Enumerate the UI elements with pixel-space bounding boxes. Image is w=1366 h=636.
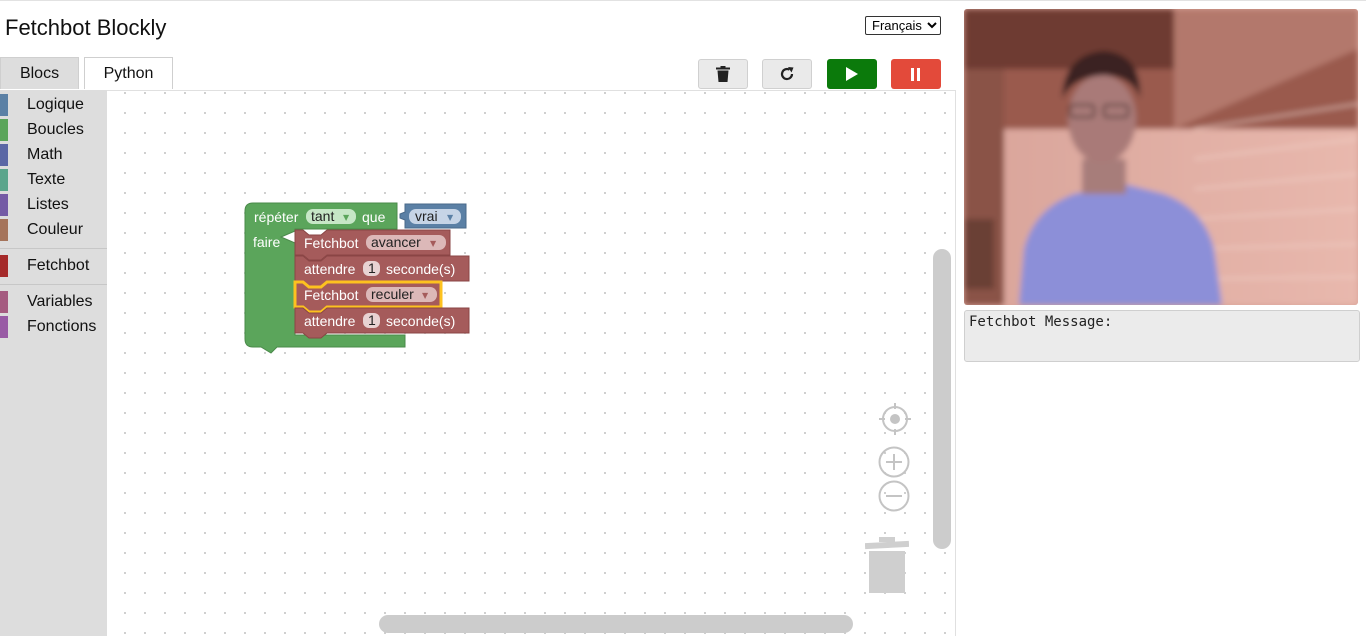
boolean-value: vrai xyxy=(415,208,438,224)
category-lists[interactable]: Listes xyxy=(0,194,107,216)
dropdown-arrow-icon: ▼ xyxy=(343,213,350,222)
repeat-do-word: faire xyxy=(253,234,280,250)
play-icon xyxy=(846,67,858,81)
move-prefix: Fetchbot xyxy=(304,287,359,303)
wait-prefix: attendre xyxy=(304,313,356,329)
horizontal-scrollbar[interactable] xyxy=(379,615,853,633)
wait-suffix: seconde(s) xyxy=(386,261,455,277)
blockly-workspace[interactable]: répéter tant ▼ que faire vrai ▼ Fetchbot… xyxy=(107,90,956,636)
wait-seconds-block[interactable]: attendre 1 seconde(s) xyxy=(294,307,470,339)
category-colour[interactable]: Couleur xyxy=(0,219,107,241)
zoom-in-icon[interactable] xyxy=(878,446,910,478)
category-label: Variables xyxy=(27,293,93,310)
wait-prefix: attendre xyxy=(304,261,356,277)
repeat-mode-value: tant xyxy=(311,208,334,224)
category-color-swatch xyxy=(0,291,8,313)
toolbox: Logique Boucles Math Texte Listes Couleu… xyxy=(0,90,107,636)
category-functions[interactable]: Fonctions xyxy=(0,316,107,338)
category-label: Math xyxy=(27,146,63,163)
app-title: Fetchbot Blockly xyxy=(5,15,167,40)
category-label: Boucles xyxy=(27,121,84,138)
category-text[interactable]: Texte xyxy=(0,169,107,191)
seconds-number: 1 xyxy=(368,312,376,328)
toolbox-separator xyxy=(0,248,107,249)
run-button[interactable] xyxy=(827,59,877,89)
category-label: Fonctions xyxy=(27,318,97,335)
tab-python[interactable]: Python xyxy=(84,57,173,89)
category-color-swatch xyxy=(0,316,8,338)
camera-feed xyxy=(964,9,1358,305)
category-variables[interactable]: Variables xyxy=(0,291,107,313)
language-select[interactable]: Français xyxy=(865,16,941,35)
category-color-swatch xyxy=(0,194,8,216)
seconds-number: 1 xyxy=(368,260,376,276)
category-label: Texte xyxy=(27,171,66,188)
delete-all-button[interactable] xyxy=(698,59,748,89)
wait-suffix: seconde(s) xyxy=(386,313,455,329)
repeat-cond-word: que xyxy=(362,209,386,225)
category-loops[interactable]: Boucles xyxy=(0,119,107,141)
workspace-trash-icon[interactable] xyxy=(865,537,909,593)
category-color-swatch xyxy=(0,169,8,191)
category-color-swatch xyxy=(0,94,8,116)
category-color-swatch xyxy=(0,119,8,141)
pause-button[interactable] xyxy=(891,59,941,89)
category-math[interactable]: Math xyxy=(0,144,107,166)
dropdown-arrow-icon: ▼ xyxy=(430,239,437,248)
repeat-word: répéter xyxy=(254,209,299,225)
pause-icon xyxy=(911,67,920,81)
direction-value: reculer xyxy=(371,286,414,302)
category-color-swatch xyxy=(0,144,8,166)
camera-image xyxy=(964,9,1358,305)
zoom-out-icon[interactable] xyxy=(878,480,910,512)
category-label: Couleur xyxy=(27,221,84,238)
recenter-icon[interactable] xyxy=(879,403,911,435)
block-canvas: répéter tant ▼ que faire vrai ▼ Fetchbot… xyxy=(244,202,470,354)
category-label: Listes xyxy=(27,196,69,213)
category-color-swatch xyxy=(0,219,8,241)
reset-button[interactable] xyxy=(762,59,812,89)
message-label: Fetchbot Message: xyxy=(969,314,1113,330)
toolbox-separator xyxy=(0,284,107,285)
dropdown-arrow-icon: ▼ xyxy=(422,291,429,300)
boolean-true-block[interactable]: vrai ▼ xyxy=(399,203,467,229)
vertical-scrollbar[interactable] xyxy=(933,249,951,549)
trash-icon xyxy=(716,66,730,82)
dropdown-arrow-icon: ▼ xyxy=(447,213,454,222)
top-rule xyxy=(0,0,1366,1)
fetchbot-message-box: Fetchbot Message: xyxy=(964,310,1360,362)
category-color-swatch xyxy=(0,255,8,277)
category-label: Fetchbot xyxy=(27,257,90,274)
direction-value: avancer xyxy=(371,234,421,250)
category-logic[interactable]: Logique xyxy=(0,94,107,116)
refresh-icon xyxy=(780,67,794,81)
category-fetchbot[interactable]: Fetchbot xyxy=(0,255,107,277)
tab-blocks[interactable]: Blocs xyxy=(0,57,79,89)
category-label: Logique xyxy=(27,96,84,113)
move-prefix: Fetchbot xyxy=(304,235,359,251)
